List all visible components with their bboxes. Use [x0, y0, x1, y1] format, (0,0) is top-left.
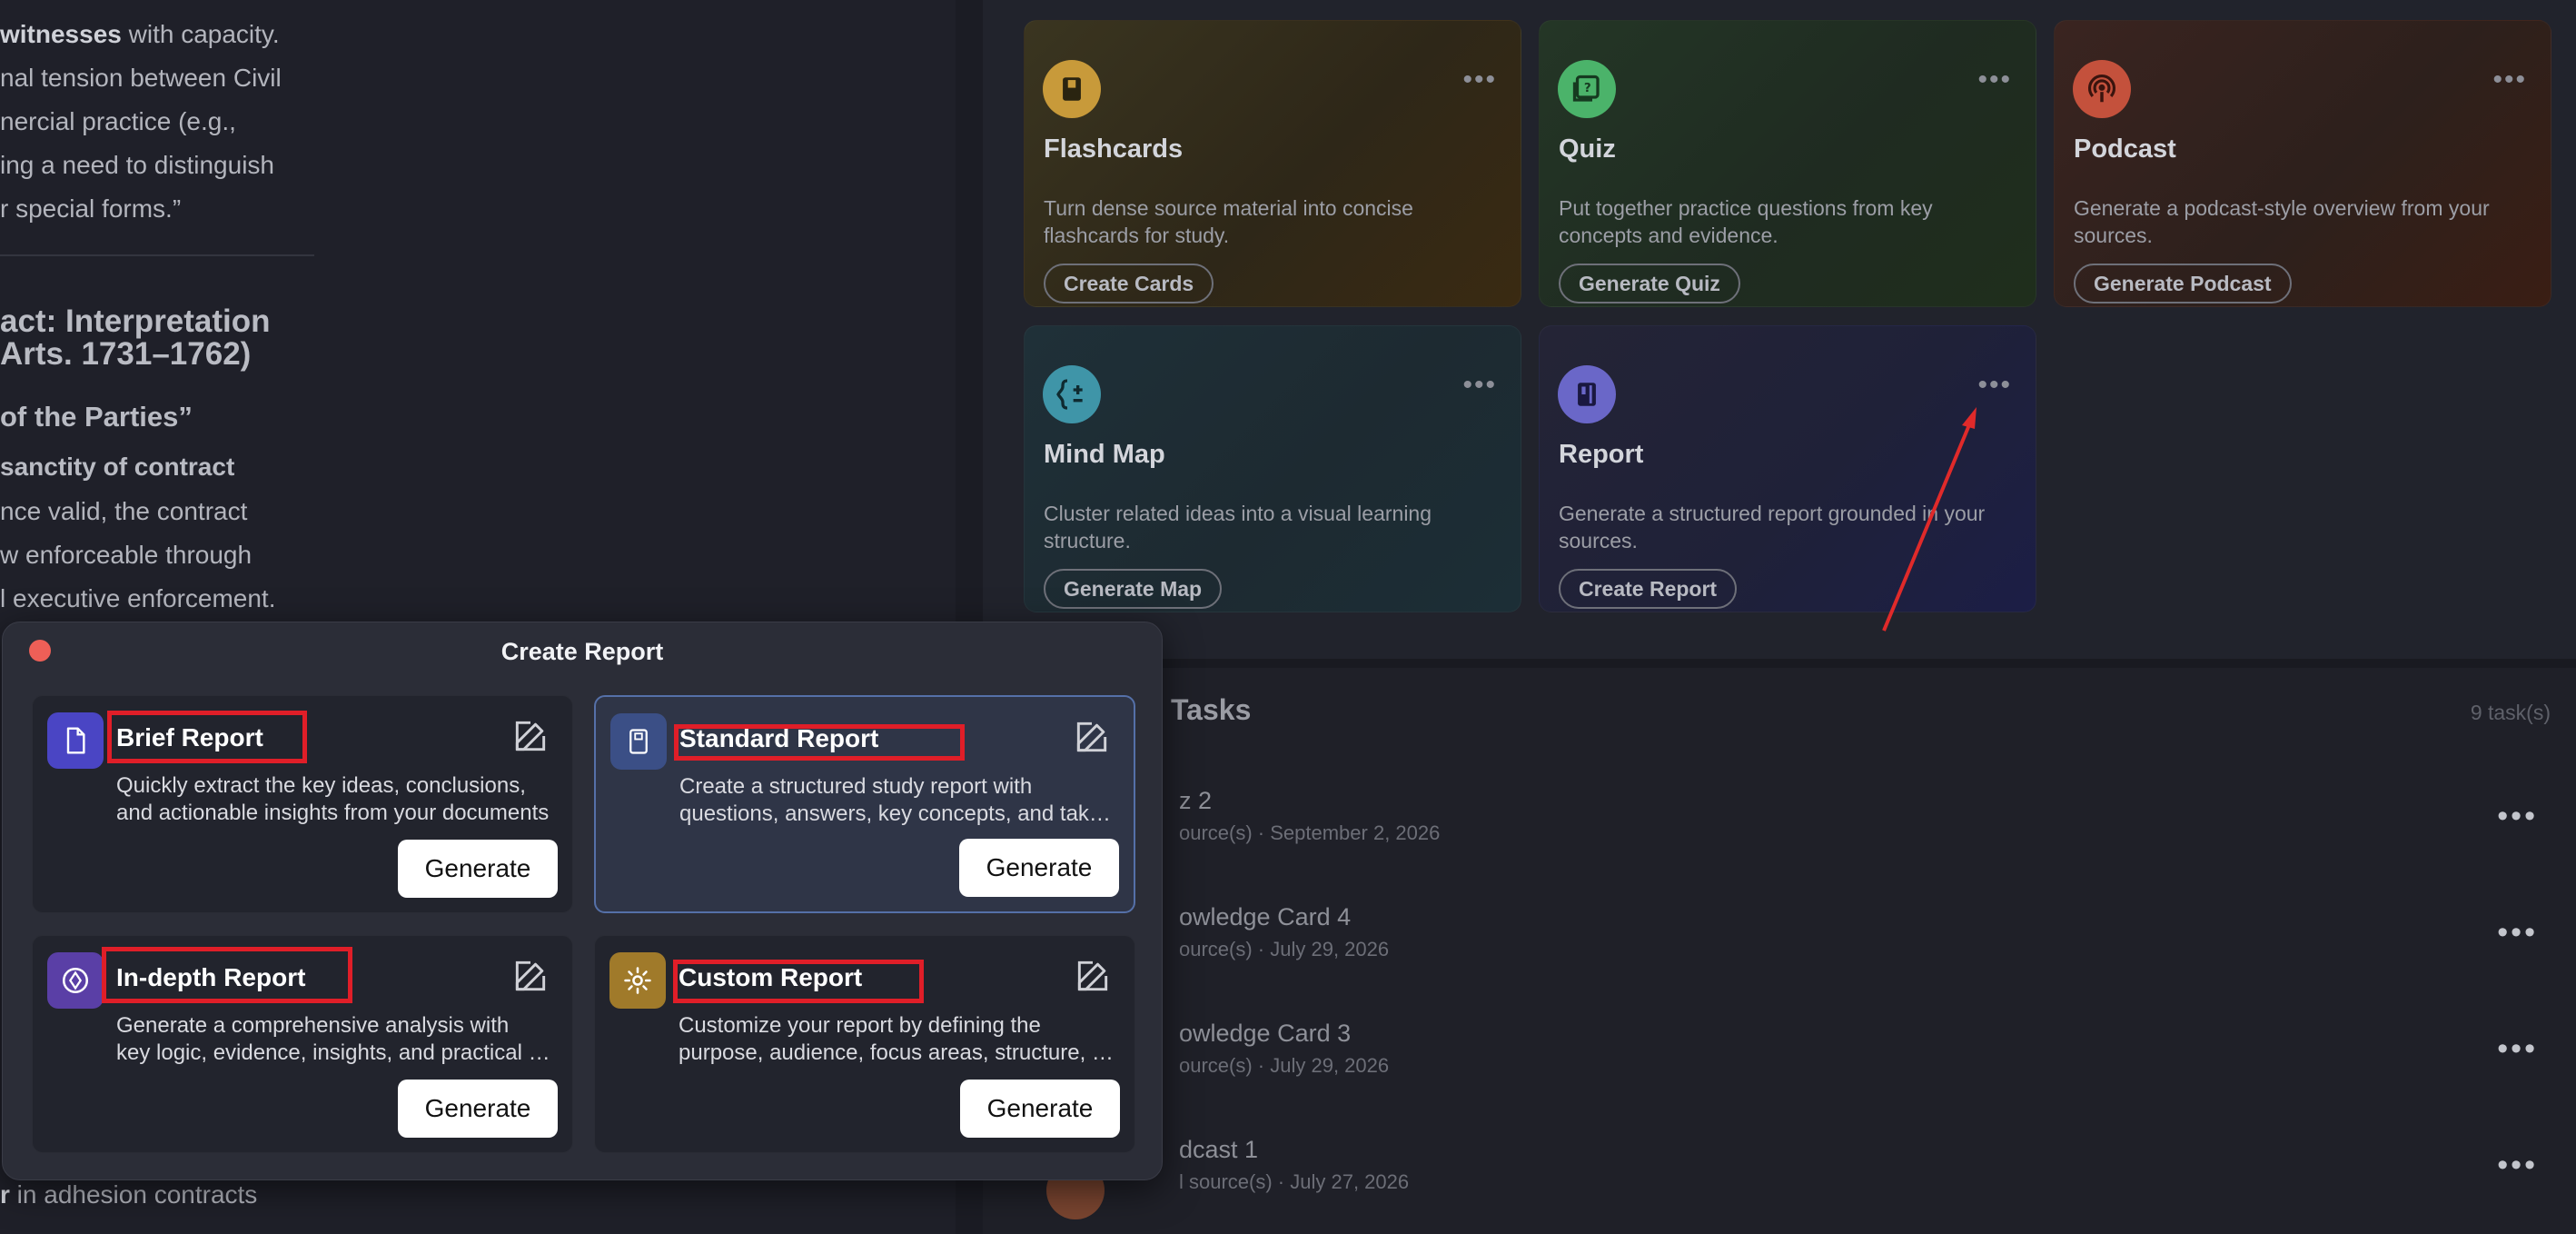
report-icon	[1558, 365, 1616, 423]
custom-report-option[interactable]: Custom Report Customize your report by d…	[594, 935, 1135, 1153]
edit-icon[interactable]	[1073, 956, 1113, 996]
option-description: Generate a comprehensive analysis with ke…	[116, 1013, 552, 1065]
create-report-button[interactable]: Create Report	[1559, 569, 1738, 609]
card-title: Flashcards	[1044, 134, 1184, 164]
studio-tools: ••• Flashcards Turn dense source materia…	[983, 0, 2576, 659]
option-description: Quickly extract the key ideas, conclusio…	[116, 773, 550, 825]
create-cards-button[interactable]: Create Cards	[1044, 264, 1214, 304]
doc-heading: Arts. 1731–1762)	[0, 336, 252, 372]
task-meta: ource(s) · September 2, 2026	[1179, 821, 1441, 844]
task-title[interactable]: z 2	[1179, 787, 1212, 815]
generate-podcast-button[interactable]: Generate Podcast	[2074, 264, 2292, 304]
more-options-icon[interactable]: •••	[2497, 801, 2538, 831]
flashcards-card[interactable]: ••• Flashcards Turn dense source materia…	[1024, 20, 1521, 307]
quiz-icon: ?	[1558, 60, 1616, 118]
podcast-icon	[2073, 60, 2131, 118]
task-meta: ource(s) · July 29, 2026	[1179, 1054, 1390, 1077]
card-title: Report	[1559, 440, 1644, 469]
standard-report-option[interactable]: Standard Report Create a structured stud…	[594, 695, 1135, 913]
edit-icon[interactable]	[1072, 717, 1112, 757]
card-description: Cluster related ideas into a visual lear…	[1044, 502, 1432, 552]
card-description: Put together practice questions from key…	[1559, 196, 1933, 247]
task-title[interactable]: dcast 1	[1179, 1136, 1258, 1164]
card-title: Mind Map	[1044, 440, 1165, 469]
more-options-icon[interactable]: •••	[2497, 1149, 2538, 1180]
card-title: Quiz	[1559, 134, 1616, 164]
more-options-icon[interactable]: •••	[2497, 917, 2538, 948]
tasks-count: 9 task(s)	[2470, 701, 2551, 724]
doc-line: w enforceable through	[0, 541, 253, 569]
card-description: Generate a podcast-style overview from y…	[2074, 196, 2490, 247]
mind-map-card[interactable]: ••• Mind Map Cluster related ideas into …	[1024, 325, 1521, 612]
more-options-icon[interactable]: •••	[1462, 372, 1497, 399]
option-title: In-depth Report	[116, 963, 306, 991]
edit-icon[interactable]	[510, 956, 550, 996]
in-depth-report-option[interactable]: In-depth Report Generate a comprehensive…	[32, 935, 573, 1153]
generate-map-button[interactable]: Generate Map	[1044, 569, 1223, 609]
option-title: Standard Report	[679, 724, 879, 752]
task-meta: l source(s) · July 27, 2026	[1179, 1170, 1410, 1193]
doc-heading: act: Interpretation	[0, 304, 271, 339]
book-icon	[1043, 60, 1101, 118]
doc-subheading: of the Parties”	[0, 401, 193, 433]
doc-line: r in adhesion contracts	[0, 1180, 258, 1209]
annotation-arrow-icon	[1882, 407, 1977, 632]
doc-strong-line: sanctity of contract	[0, 453, 235, 481]
section-divider	[983, 659, 2576, 668]
brief-report-option[interactable]: Brief Report Quickly extract the key ide…	[32, 695, 573, 913]
edit-icon[interactable]	[510, 716, 550, 756]
compass-icon	[47, 952, 104, 1009]
tasks-title: Tasks	[1171, 693, 1252, 726]
notebook-icon	[610, 713, 667, 770]
gear-icon	[609, 952, 666, 1009]
create-report-dialog: Create Report Brief Report Quickly extra…	[2, 622, 1163, 1180]
doc-line: l executive enforcement.	[0, 584, 276, 612]
doc-line: witnesses with capacity.	[0, 20, 280, 48]
generate-button[interactable]: Generate	[959, 839, 1119, 897]
card-title: Podcast	[2074, 134, 2176, 164]
quiz-card[interactable]: ? ••• Quiz Put together practice questio…	[1539, 20, 2036, 307]
task-title[interactable]: owledge Card 4	[1179, 903, 1351, 931]
studio-pane: ••• Flashcards Turn dense source materia…	[983, 0, 2576, 1234]
podcast-card[interactable]: ••• Podcast Generate a podcast-style ove…	[2054, 20, 2551, 307]
doc-line: nal tension between Civil	[0, 64, 282, 92]
svg-text:?: ?	[1584, 81, 1591, 95]
more-options-icon[interactable]: •••	[1462, 66, 1497, 94]
doc-divider	[0, 254, 314, 256]
task-meta: ource(s) · July 29, 2026	[1179, 938, 1390, 960]
more-options-icon[interactable]: •••	[1977, 66, 2012, 94]
option-description: Customize your report by defining the pur…	[679, 1013, 1115, 1065]
doc-line: nce valid, the contract	[0, 497, 248, 525]
doc-line: ing a need to distinguish	[0, 151, 274, 179]
generate-button[interactable]: Generate	[398, 840, 558, 898]
dialog-title: Create Report	[500, 638, 664, 665]
generate-button[interactable]: Generate	[960, 1080, 1120, 1138]
card-description: Turn dense source material into concise …	[1044, 196, 1413, 247]
document-icon	[47, 712, 104, 769]
more-options-icon[interactable]: •••	[2492, 66, 2527, 94]
mind-map-icon	[1043, 365, 1101, 423]
option-description: Create a structured study report with que…	[679, 774, 1115, 826]
generate-button[interactable]: Generate	[398, 1080, 558, 1138]
more-options-icon[interactable]: •••	[1977, 372, 2012, 399]
option-title: Brief Report	[116, 723, 263, 751]
more-options-icon[interactable]: •••	[2497, 1033, 2538, 1064]
option-title: Custom Report	[679, 963, 863, 991]
doc-line: nercial practice (e.g.,	[0, 107, 236, 135]
doc-line: r special forms.”	[0, 194, 182, 223]
task-title[interactable]: owledge Card 3	[1179, 1020, 1351, 1048]
generate-quiz-button[interactable]: Generate Quiz	[1559, 264, 1740, 304]
